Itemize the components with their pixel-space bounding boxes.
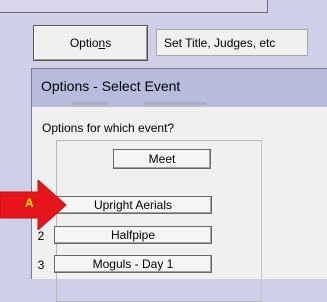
- dialog-body: Options for which event?: [32, 107, 327, 302]
- top-panel: [0, 0, 268, 13]
- dialog-title: Options - Select Event: [41, 78, 181, 94]
- event-number: 3: [37, 258, 45, 272]
- event-button-halfpipe[interactable]: Halfpipe: [54, 226, 212, 244]
- callout-arrow-icon: [0, 180, 67, 230]
- options-label-mnemonic: n: [98, 36, 106, 50]
- dialog-titlebar[interactable]: Options - Select Event ▬▬▬▬ ▬▬▬▬▬▬▬: [32, 69, 327, 107]
- titlebar-ghost-text: ▬▬▬▬: [72, 97, 108, 107]
- options-button[interactable]: Optio n s: [33, 25, 148, 61]
- options-label-prefix: Optio: [69, 36, 99, 50]
- options-label-suffix: s: [105, 36, 112, 50]
- event-button-upright-aerials[interactable]: Upright Aerials: [54, 196, 212, 214]
- callout-label: A: [25, 196, 34, 210]
- meet-button[interactable]: Meet: [113, 149, 211, 169]
- event-row: 3 Moguls - Day 1: [34, 255, 254, 275]
- titlebar-ghost-text: ▬▬▬▬▬▬▬: [144, 97, 207, 107]
- event-button-moguls-day-1[interactable]: Moguls - Day 1: [54, 255, 212, 273]
- event-number: 2: [37, 229, 45, 243]
- options-description: Set Title, Judges, etc: [156, 29, 308, 56]
- event-prompt: Options for which event?: [42, 121, 175, 135]
- options-dialog: Options - Select Event ▬▬▬▬ ▬▬▬▬▬▬▬ Opti…: [31, 68, 327, 302]
